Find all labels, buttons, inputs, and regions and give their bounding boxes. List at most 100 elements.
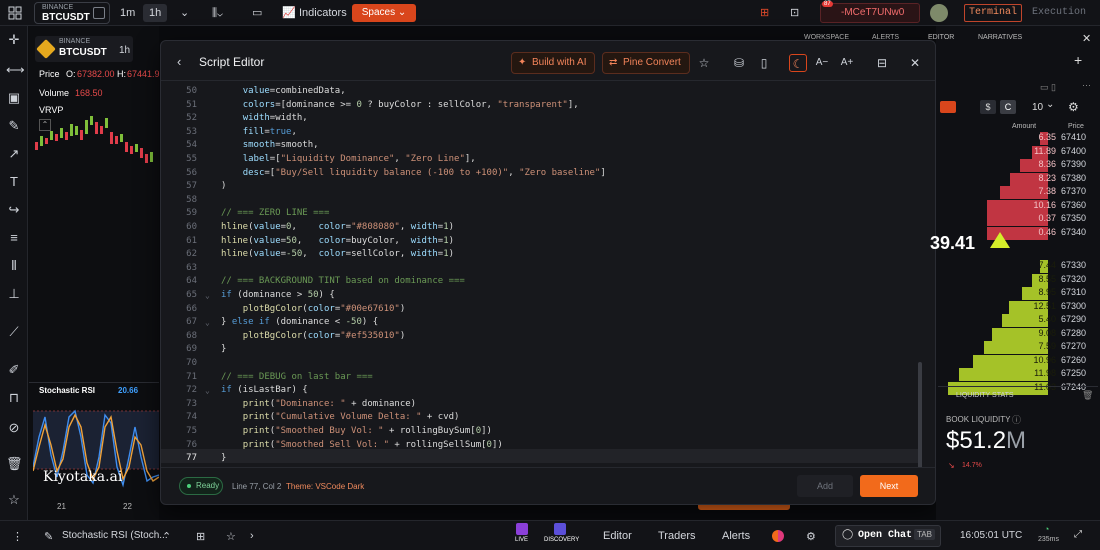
bid-row[interactable]: 10.96 67260 [936, 354, 1100, 368]
rectangle-icon[interactable]: ▣ [6, 90, 22, 106]
toggle-dollar[interactable]: $ [980, 100, 996, 114]
star-icon[interactable]: ☆ [6, 492, 22, 508]
more-icon[interactable]: ⋯ [1082, 80, 1091, 91]
database-icon[interactable]: ⛁ [730, 54, 748, 72]
code-line[interactable]: plotBgColor(color="#00e67610") [221, 303, 406, 317]
spaces-button[interactable]: Spaces ⌄ [352, 4, 416, 22]
indicators-button[interactable]: Indicators [299, 4, 347, 22]
add-button[interactable]: Add [797, 475, 853, 497]
code-line[interactable]: print("Smoothed Buy Vol: " + rollingBuyS… [221, 425, 492, 439]
pen-icon[interactable]: ✐ [6, 362, 22, 378]
close-icon[interactable]: ✕ [906, 54, 924, 72]
code-line[interactable]: if (dominance > 50) { [221, 289, 335, 303]
favorite-icon[interactable]: ☆ [226, 530, 236, 543]
ask-row[interactable]: 10.16 67360 [936, 199, 1100, 213]
code-line[interactable]: if (isLastBar) { [221, 384, 308, 398]
indicators-icon[interactable]: 📈 [282, 4, 296, 22]
code-line[interactable]: print("Cumulative Volume Delta: " + cvd) [221, 411, 460, 425]
code-line[interactable]: label=["Liquidity Dominance", "Zero Line… [221, 153, 476, 167]
trash-icon[interactable]: 🗑 [6, 456, 23, 472]
ruler-icon[interactable]: ⟋ [6, 324, 22, 340]
code-editor[interactable]: 50 51 52 53 54 55 56 57 58 59 60 61 62 63 64 65 ⌄ 66 67 ⌄ 68… [161, 81, 923, 467]
expand-icon[interactable]: ⤢ [1074, 529, 1082, 540]
price-chart[interactable]: BINANCE BTCUSDT 1h Price O: 67382.00 H: … [29, 26, 165, 520]
pine-convert-button[interactable]: ⇄ Pine Convert [602, 52, 690, 74]
menu-icon[interactable] [8, 6, 22, 20]
bid-row[interactable]: 8.55 67320 [936, 273, 1100, 287]
edit-indicator-icon[interactable]: ✎ [44, 530, 53, 543]
build-with-ai-button[interactable]: ✦ Build with AI [511, 52, 596, 74]
ask-row[interactable]: 0.37 67350 [936, 213, 1100, 226]
fib-icon[interactable]: ≡ [6, 230, 22, 246]
close-panel-icon[interactable]: ✕ [1082, 32, 1091, 45]
brush-icon[interactable]: ✎ [6, 118, 22, 134]
code-line[interactable]: value=combinedData, [221, 85, 346, 99]
grid-icon[interactable]: ⊞ [760, 4, 769, 22]
open-chat-button[interactable]: ◯ Open Chat TAB [835, 525, 941, 547]
tab-editor-label[interactable]: EDITOR [928, 34, 954, 41]
bid-row[interactable]: 7.59 67270 [936, 341, 1100, 354]
ask-row[interactable]: 6.35 67410 [936, 132, 1100, 145]
layout-icon[interactable]: ▭ [252, 4, 262, 22]
code-line[interactable]: // === DEBUG on last bar === [221, 371, 373, 385]
arrow-icon[interactable]: ↗ [6, 146, 22, 162]
bid-row[interactable]: 5.40 67290 [936, 314, 1100, 327]
ask-row[interactable]: 8.23 67380 [936, 172, 1100, 186]
add-panel-icon[interactable]: + [1074, 52, 1082, 68]
panel-icon[interactable]: ⊟ [873, 54, 891, 72]
crosshair-icon[interactable]: ✛ [6, 32, 22, 48]
fold-chevron-icon[interactable]: ⌄ [205, 316, 210, 330]
moon-icon[interactable]: ☾ [789, 54, 807, 72]
bid-row[interactable]: 8.95 67310 [936, 287, 1100, 300]
ask-row[interactable]: 11.89 67400 [936, 145, 1100, 159]
forward-icon[interactable]: ↪ [6, 202, 22, 218]
code-line[interactable]: } else if (dominance < -50) { [221, 316, 378, 330]
scrollbar[interactable] [918, 362, 922, 467]
chevron-up-icon[interactable]: ⌃ [162, 530, 171, 543]
theme-label[interactable]: Theme: VSCode Dark [286, 482, 364, 491]
mobile-icon[interactable]: ▯ [755, 54, 773, 72]
lock-icon[interactable]: ⊓ [6, 390, 22, 406]
text-icon[interactable]: T [6, 174, 22, 190]
code-line[interactable]: ) [221, 180, 226, 194]
hide-icon[interactable]: ⊘ [6, 420, 22, 436]
layout-icon[interactable]: ⊞ [196, 530, 205, 543]
code-line[interactable]: // === BACKGROUND TINT based on dominanc… [221, 275, 465, 289]
stoch-panel[interactable]: Stochastic RSI 20.66 Kiyotaka.ai [29, 382, 159, 494]
terminal-tab[interactable]: Terminal [964, 4, 1022, 22]
line-icon[interactable]: ⟷ [6, 62, 25, 78]
interval-1h[interactable]: 1h [143, 4, 168, 22]
discovery-button[interactable]: DISCOVERY [540, 521, 580, 549]
execution-tab[interactable]: Execution [1032, 4, 1086, 22]
fold-chevron-icon[interactable]: ⌄ [205, 289, 210, 303]
delete-icon[interactable]: 🗑 [1082, 390, 1093, 401]
ask-row[interactable]: 8.36 67390 [936, 159, 1100, 172]
interval-1m[interactable]: 1m [120, 4, 135, 22]
settings-icon[interactable]: ⚙ [1068, 100, 1079, 114]
avatar[interactable] [930, 4, 948, 22]
measure-icon[interactable]: ⊥ [6, 286, 22, 302]
save-icon[interactable] [93, 7, 105, 19]
star-icon[interactable]: ☆ [695, 54, 713, 72]
indicator-name[interactable]: Stochastic RSI (Stoch... [62, 530, 168, 541]
bid-row[interactable]: 11.98 67250 [936, 368, 1100, 381]
toggle-coin[interactable]: C [1000, 100, 1016, 114]
alerts-nav[interactable]: Alerts [722, 530, 750, 542]
code-line[interactable]: // === ZERO LINE === [221, 207, 329, 221]
chevron-down-icon[interactable]: ⌄ [1046, 99, 1054, 110]
chevron-right-icon[interactable]: › [250, 530, 254, 542]
code-line[interactable]: print("Smoothed Sell Vol: " + rollingSel… [221, 439, 503, 453]
code-line[interactable]: fill=true, [221, 126, 297, 140]
symbol-selector[interactable]: BINANCE BTCUSDT [34, 2, 110, 24]
exchange-toggle[interactable] [940, 101, 956, 113]
font-decrease-icon[interactable]: A− [813, 54, 831, 72]
ask-row[interactable]: 7.38 67370 [936, 186, 1100, 199]
candles-icon[interactable]: ⫼⌄ [212, 4, 223, 22]
code-line[interactable]: hline(value=0, color="#808080", width=1) [221, 221, 454, 235]
channel-icon[interactable]: ⫴ [6, 258, 22, 274]
chevron-down-icon[interactable]: ⌄ [180, 4, 189, 22]
code-line[interactable]: plotBgColor(color="#ef535010") [221, 330, 406, 344]
live-button[interactable]: LIVE [510, 521, 534, 549]
info-icon[interactable]: ⓘ [1012, 413, 1021, 426]
code-line[interactable]: width=width, [221, 112, 308, 126]
